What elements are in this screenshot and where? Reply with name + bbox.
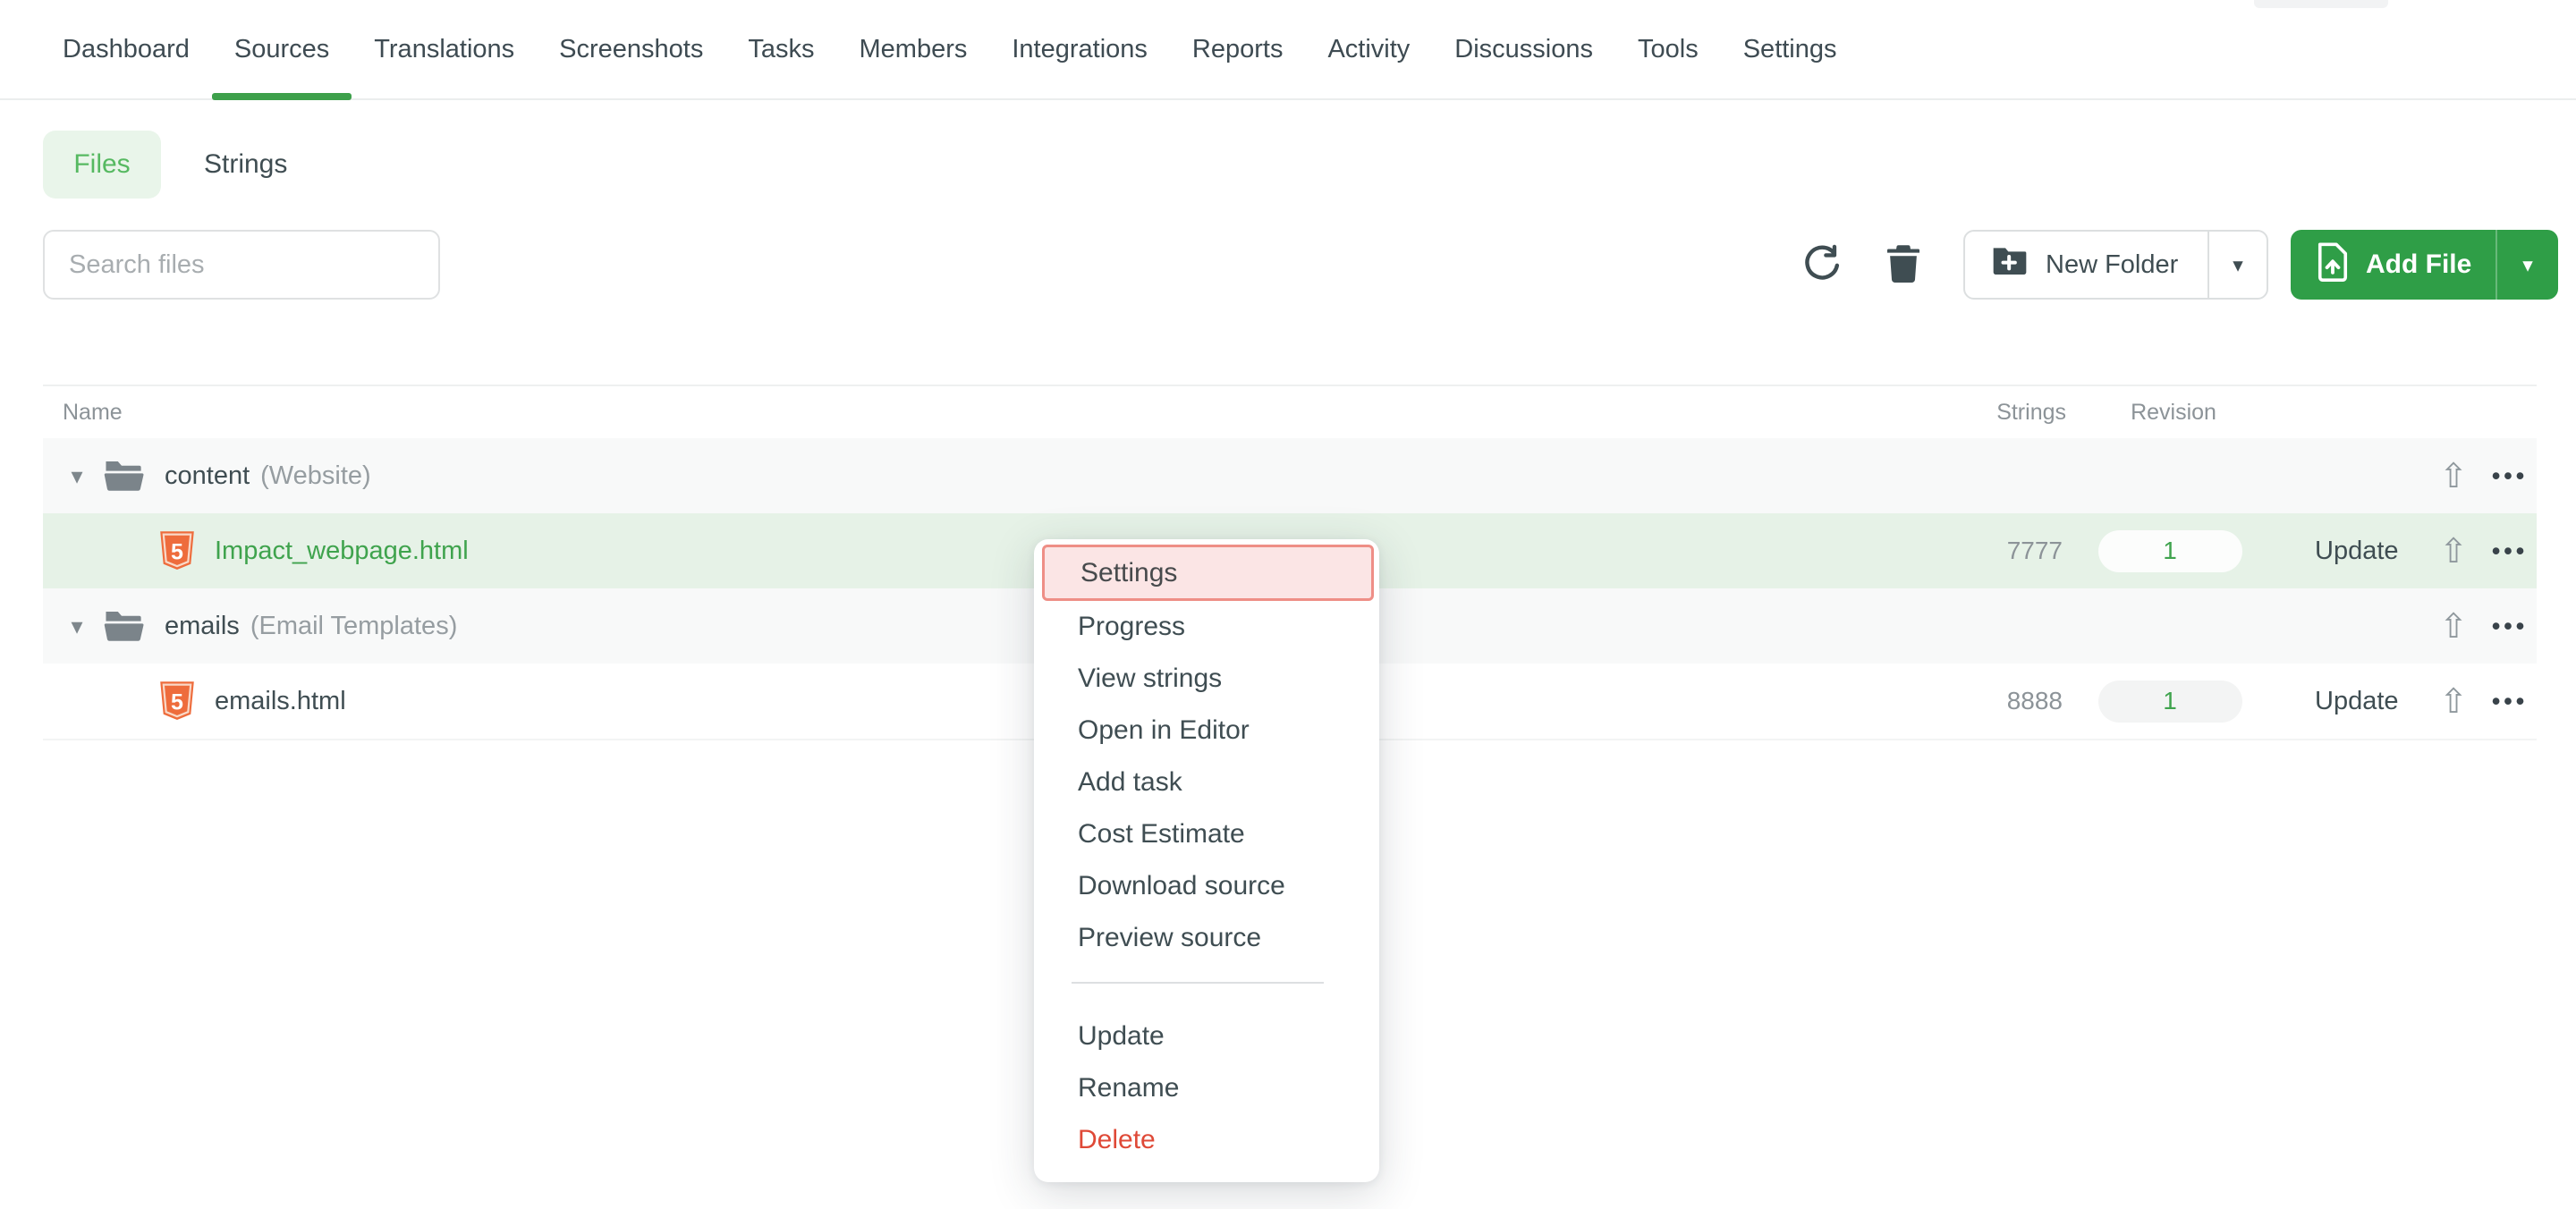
ellipsis-icon: ••• [2492,688,2528,714]
tab-strings[interactable]: Strings [204,149,287,180]
folder-plus-icon [1992,246,2028,283]
row-menu-button[interactable]: ••• [2485,462,2535,490]
search-input[interactable] [43,230,440,300]
folder-row-content[interactable]: ▾ content (Website) ⇧ ••• [43,438,2537,513]
column-header-strings: Strings [1941,400,2066,426]
add-file-split-button: Add File ▾ [2291,230,2558,300]
ellipsis-icon: ••• [2492,613,2528,639]
upload-icon: ⇧ [2439,456,2468,495]
caret-down-icon: ▾ [2522,253,2533,277]
table-header: Name Strings Revision [43,385,2537,438]
nav-item-tasks[interactable]: Tasks [725,0,836,98]
menu-item-view-strings[interactable]: View strings [1034,653,1379,705]
controls-row: New Folder ▾ Add File ▾ [43,230,2558,300]
upload-action[interactable]: ⇧ [2433,684,2474,718]
file-name-link[interactable]: emails.html [215,687,346,716]
chevron-down-icon[interactable]: ▾ [63,613,91,640]
new-folder-button[interactable]: New Folder [1965,232,2207,298]
upload-icon: ⇧ [2439,606,2468,646]
strings-count: 8888 [1937,687,2063,715]
nav-item-tools[interactable]: Tools [1615,0,1721,98]
svg-text:5: 5 [171,539,183,564]
revision-badge: 1 [2098,681,2242,723]
html5-icon: 5 [159,530,195,571]
add-file-dropdown-button[interactable]: ▾ [2496,230,2558,300]
top-edge-popover-fragment [2254,0,2388,8]
row-menu-button[interactable]: ••• [2485,688,2535,715]
revision-cell: 1 [2063,681,2277,723]
caret-down-icon: ▾ [2233,253,2243,277]
view-tabs: Files Strings [43,131,287,199]
revision-cell: 1 [2063,530,2277,572]
row-menu-button[interactable]: ••• [2485,613,2535,640]
strings-count: 7777 [1937,537,2063,565]
ellipsis-icon: ••• [2492,462,2528,489]
chevron-down-icon[interactable]: ▾ [63,462,91,490]
nav-item-members[interactable]: Members [837,0,990,98]
menu-item-delete[interactable]: Delete [1034,1114,1379,1166]
upload-action[interactable]: ⇧ [2433,609,2474,643]
upload-action[interactable]: ⇧ [2433,534,2474,568]
nav-item-dashboard[interactable]: Dashboard [40,0,212,98]
menu-item-add-task[interactable]: Add task [1034,757,1379,808]
refresh-button[interactable] [1802,244,1842,286]
html5-icon: 5 [159,681,195,722]
refresh-icon [1802,244,1842,286]
nav-item-integrations[interactable]: Integrations [989,0,1170,98]
svg-text:5: 5 [171,689,183,714]
file-name-link[interactable]: Impact_webpage.html [215,537,469,566]
nav-item-sources[interactable]: Sources [212,0,352,98]
file-upload-icon [2316,241,2350,289]
column-header-revision: Revision [2066,400,2281,426]
upload-action[interactable]: ⇧ [2433,459,2474,493]
menu-item-rename[interactable]: Rename [1034,1062,1379,1114]
upload-icon: ⇧ [2439,531,2468,571]
folder-name[interactable]: emails [165,612,240,641]
file-context-menu: Settings Progress View strings Open in E… [1034,539,1379,1182]
nav-item-translations[interactable]: Translations [352,0,537,98]
row-menu-button[interactable]: ••• [2485,537,2535,565]
upload-icon: ⇧ [2439,681,2468,721]
folder-icon [104,459,145,493]
nav-item-discussions[interactable]: Discussions [1432,0,1615,98]
top-navigation: Dashboard Sources Translations Screensho… [0,0,2576,100]
add-file-button[interactable]: Add File [2291,230,2496,300]
add-file-label: Add File [2366,249,2471,280]
nav-item-reports[interactable]: Reports [1170,0,1306,98]
menu-item-update[interactable]: Update [1034,1010,1379,1062]
new-folder-dropdown-button[interactable]: ▾ [2207,232,2267,298]
new-folder-label: New Folder [2046,250,2178,280]
folder-name[interactable]: content [165,461,250,491]
column-header-name: Name [43,400,1941,426]
tab-files[interactable]: Files [43,131,161,199]
menu-item-cost-estimate[interactable]: Cost Estimate [1034,808,1379,860]
folder-note: (Email Templates) [250,612,458,641]
folder-icon [104,609,145,643]
delete-selected-button[interactable] [1886,244,1920,286]
new-folder-split-button: New Folder ▾ [1963,230,2268,300]
menu-item-download-source[interactable]: Download source [1034,860,1379,912]
trash-icon [1886,244,1920,286]
menu-divider [1072,982,1324,984]
menu-item-preview-source[interactable]: Preview source [1034,912,1379,964]
nav-item-activity[interactable]: Activity [1305,0,1432,98]
nav-item-settings[interactable]: Settings [1721,0,1860,98]
menu-item-progress[interactable]: Progress [1034,601,1379,653]
menu-item-settings[interactable]: Settings [1042,545,1374,601]
revision-badge: 1 [2098,530,2242,572]
update-link[interactable]: Update [2315,687,2413,716]
folder-note: (Website) [260,461,371,491]
update-link[interactable]: Update [2315,537,2413,566]
menu-item-open-in-editor[interactable]: Open in Editor [1034,705,1379,757]
nav-item-screenshots[interactable]: Screenshots [537,0,725,98]
ellipsis-icon: ••• [2492,537,2528,564]
